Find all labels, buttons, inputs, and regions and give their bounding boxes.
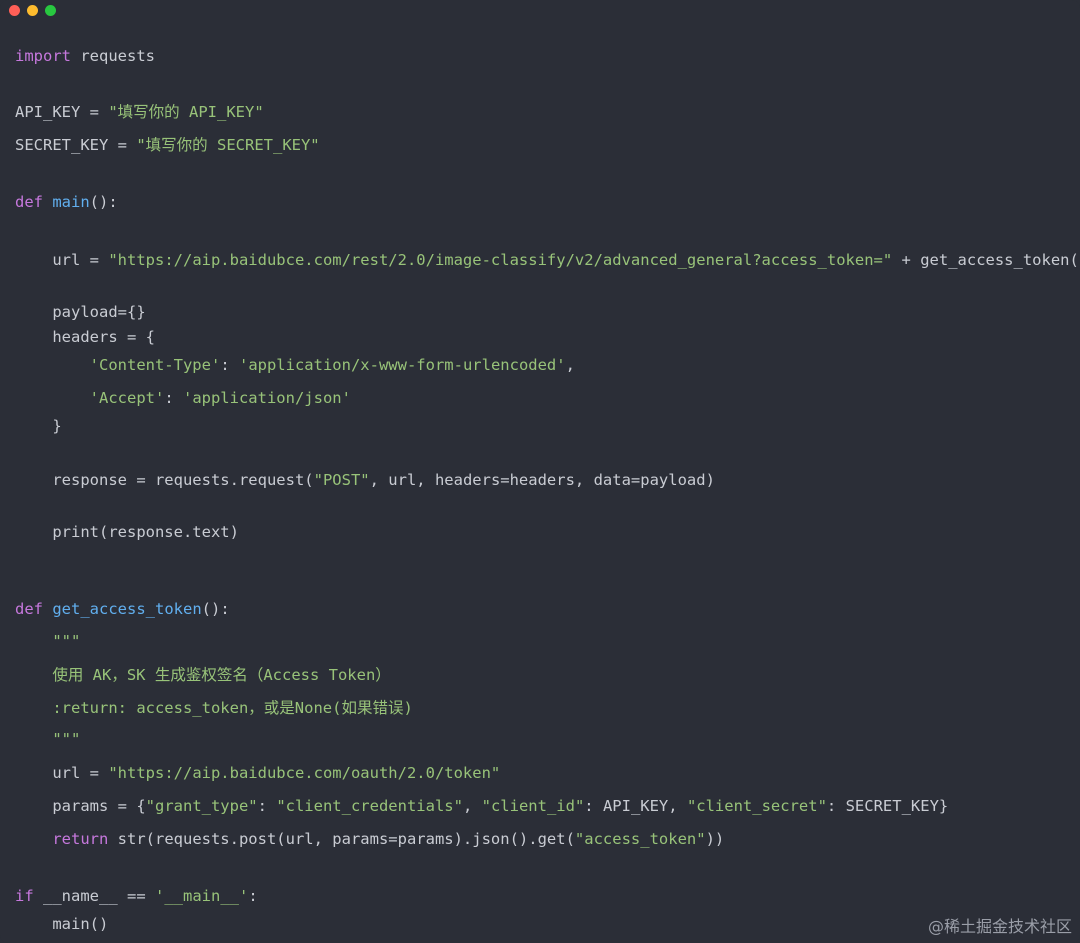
code-token: requests xyxy=(71,47,155,65)
code-token: "POST" xyxy=(313,471,370,489)
code-token: def xyxy=(15,600,43,618)
code-token: "access_token" xyxy=(574,830,706,848)
code-token: :return: access_token，或是None(如果错误) xyxy=(15,699,413,717)
code-token: payload={} xyxy=(15,303,146,321)
watermark-text: @稀土掘金技术社区 xyxy=(927,917,1072,936)
code-line-5: url = "https://aip.baidubce.com/rest/2.0… xyxy=(15,249,1080,271)
code-token: 'Content-Type' xyxy=(89,356,221,374)
code-token: : xyxy=(220,356,239,374)
code-token: : SECRET_KEY} xyxy=(826,797,949,815)
code-token: response = requests.request( xyxy=(15,471,314,489)
code-token: 使用 AK，SK 生成鉴权签名（Access Token） xyxy=(15,666,391,684)
code-token: 'application/x-www-form-urlencoded' xyxy=(238,356,566,374)
code-line-9: 'Accept': 'application/json' xyxy=(15,387,351,409)
code-token: "https://aip.baidubce.com/rest/2.0/image… xyxy=(108,251,893,269)
code-token: print(response.text) xyxy=(15,523,239,541)
code-token: def xyxy=(15,193,43,211)
code-token: import xyxy=(15,47,71,65)
code-line-2: API_KEY = "填写你的 API_KEY" xyxy=(15,101,264,123)
code-editor-window: import requests API_KEY = "填写你的 API_KEY"… xyxy=(0,0,1080,943)
code-token: main() xyxy=(15,915,109,933)
code-token: """ xyxy=(15,730,81,748)
code-line-21: if __name__ == '__main__': xyxy=(15,885,258,907)
code-line-6: payload={} xyxy=(15,301,146,323)
code-token: "填写你的 SECRET_KEY" xyxy=(136,136,320,154)
code-token: main xyxy=(52,193,90,211)
code-token: return xyxy=(52,830,109,848)
code-token: )) xyxy=(705,830,725,848)
code-line-16: :return: access_token，或是None(如果错误) xyxy=(15,697,413,719)
code-token: str(requests.post(url, params=params).js… xyxy=(108,830,575,848)
code-token: '__main__' xyxy=(155,887,249,905)
code-token: (): xyxy=(89,193,118,211)
code-token: if xyxy=(15,887,34,905)
code-line-3: SECRET_KEY = "填写你的 SECRET_KEY" xyxy=(15,134,320,156)
code-token: , xyxy=(565,356,575,374)
code-line-1: import requests xyxy=(15,45,155,67)
code-token: : xyxy=(164,389,183,407)
code-token: url = xyxy=(15,251,109,269)
code-line-11: response = requests.request("POST", url,… xyxy=(15,469,715,491)
code-token: __name__ == xyxy=(33,887,155,905)
code-line-4: def main(): xyxy=(15,191,118,213)
code-token: headers = { xyxy=(15,328,155,346)
code-line-7: headers = { xyxy=(15,326,155,348)
code-token: "client_secret" xyxy=(686,797,827,815)
code-line-22: main() xyxy=(15,913,108,935)
code-token: : API_KEY, xyxy=(584,797,687,815)
code-line-18: url = "https://aip.baidubce.com/oauth/2.… xyxy=(15,762,500,784)
code-token: : xyxy=(257,797,277,815)
code-token: API_KEY = xyxy=(15,103,109,121)
code-line-19: params = {"grant_type": "client_credenti… xyxy=(15,795,948,817)
code-line-17: """ xyxy=(15,728,80,750)
code-token: } xyxy=(15,417,62,435)
code-line-15: 使用 AK，SK 生成鉴权签名（Access Token） xyxy=(15,664,391,686)
code-area[interactable]: import requests API_KEY = "填写你的 API_KEY"… xyxy=(0,0,1080,943)
code-token: + get_access_token() xyxy=(892,251,1080,269)
code-line-10: } xyxy=(15,415,62,437)
code-token: """ xyxy=(15,632,81,650)
code-token: 'Accept' xyxy=(89,389,165,407)
code-line-14: """ xyxy=(15,630,80,652)
code-line-13: def get_access_token(): xyxy=(15,598,230,620)
code-token: params = { xyxy=(15,797,146,815)
code-line-8: 'Content-Type': 'application/x-www-form-… xyxy=(15,354,575,376)
code-token: "https://aip.baidubce.com/oauth/2.0/toke… xyxy=(108,764,501,782)
code-token: "client_id" xyxy=(481,797,585,815)
code-token: url = xyxy=(15,764,109,782)
code-line-20: return str(requests.post(url, params=par… xyxy=(15,828,724,850)
code-token: 'application/json' xyxy=(182,389,351,407)
code-token: "grant_type" xyxy=(145,797,258,815)
code-token: (): xyxy=(201,600,230,618)
code-token: , xyxy=(462,797,482,815)
code-token: "client_credentials" xyxy=(276,797,463,815)
code-token: get_access_token xyxy=(52,600,202,618)
code-token: : xyxy=(248,887,258,905)
code-token: , url, headers=headers, data=payload) xyxy=(369,471,715,489)
code-line-12: print(response.text) xyxy=(15,521,239,543)
code-token: SECRET_KEY = xyxy=(15,136,137,154)
code-token: "填写你的 API_KEY" xyxy=(108,103,264,121)
